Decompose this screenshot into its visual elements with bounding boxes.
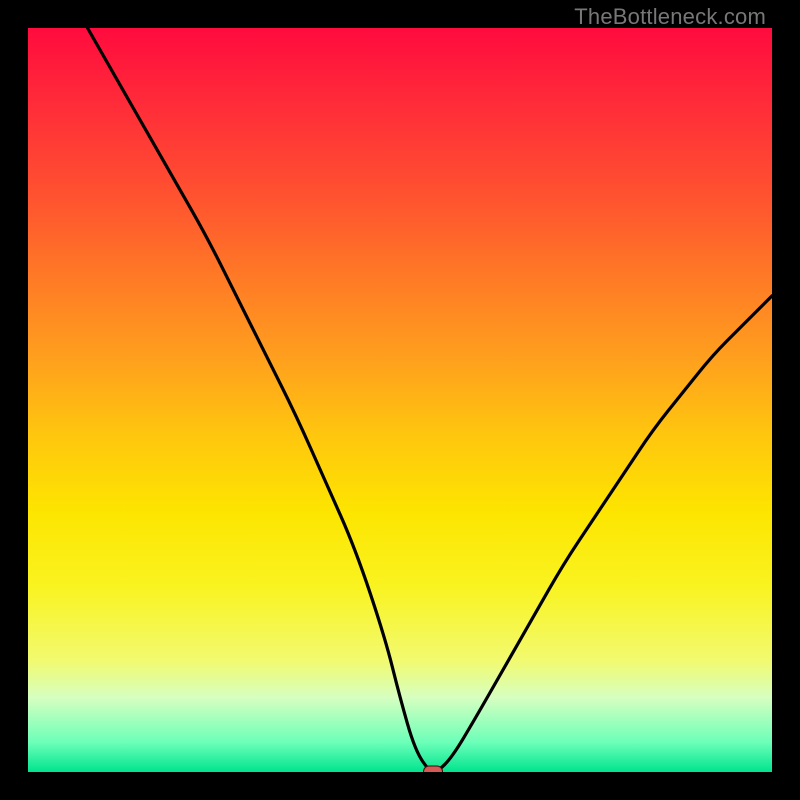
chart-frame: TheBottleneck.com <box>0 0 800 800</box>
plot-area <box>28 28 772 772</box>
min-marker <box>423 766 443 773</box>
curve-svg <box>28 28 772 772</box>
bottleneck-curve-path <box>88 28 772 772</box>
watermark-text: TheBottleneck.com <box>574 4 766 30</box>
